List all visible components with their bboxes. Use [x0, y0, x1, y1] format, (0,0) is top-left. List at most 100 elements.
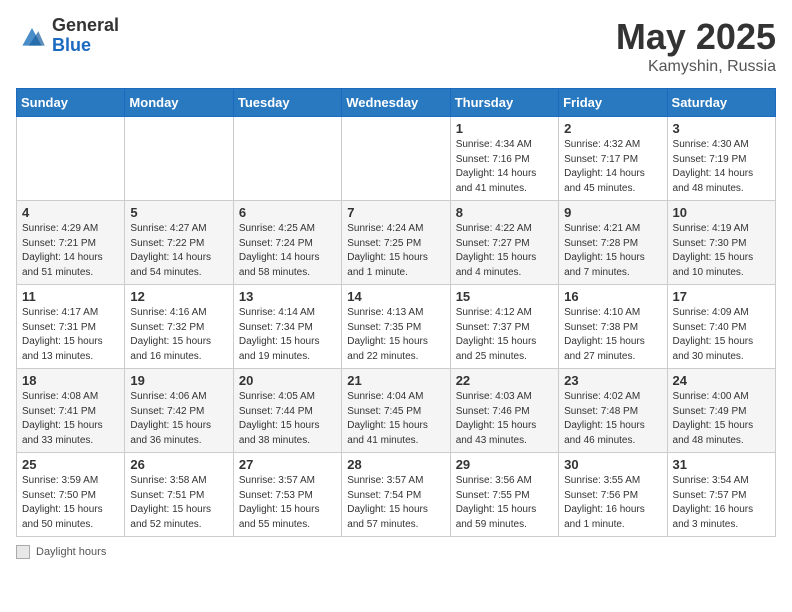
calendar-cell: [17, 117, 125, 201]
calendar-cell: 25 Sunrise: 3:59 AM Sunset: 7:50 PM Dayli…: [17, 453, 125, 537]
day-info: Sunrise: 3:58 AM Sunset: 7:51 PM Dayligh…: [130, 474, 227, 532]
calendar-cell: 9 Sunrise: 4:21 AM Sunset: 7:28 PM Daylig…: [559, 201, 667, 285]
day-info: Sunrise: 4:09 AM Sunset: 7:40 PM Dayligh…: [673, 306, 770, 364]
calendar-cell: 29 Sunrise: 3:56 AM Sunset: 7:55 PM Dayli…: [450, 453, 558, 537]
day-info: Sunrise: 4:34 AM Sunset: 7:16 PM Dayligh…: [456, 138, 553, 196]
day-number: 20: [239, 373, 336, 388]
day-number: 24: [673, 373, 770, 388]
calendar-row: 25 Sunrise: 3:59 AM Sunset: 7:50 PM Dayli…: [17, 453, 776, 537]
calendar-table: SundayMondayTuesdayWednesdayThursdayFrid…: [16, 88, 776, 537]
day-info: Sunrise: 3:59 AM Sunset: 7:50 PM Dayligh…: [22, 474, 119, 532]
calendar-cell: [125, 117, 233, 201]
day-info: Sunrise: 4:06 AM Sunset: 7:42 PM Dayligh…: [130, 390, 227, 448]
calendar-cell: 28 Sunrise: 3:57 AM Sunset: 7:54 PM Dayli…: [342, 453, 450, 537]
day-number: 28: [347, 457, 444, 472]
day-info: Sunrise: 4:05 AM Sunset: 7:44 PM Dayligh…: [239, 390, 336, 448]
day-info: Sunrise: 4:24 AM Sunset: 7:25 PM Dayligh…: [347, 222, 444, 280]
day-number: 16: [564, 289, 661, 304]
day-info: Sunrise: 4:21 AM Sunset: 7:28 PM Dayligh…: [564, 222, 661, 280]
logo-blue: Blue: [52, 36, 119, 56]
calendar-cell: 10 Sunrise: 4:19 AM Sunset: 7:30 PM Dayli…: [667, 201, 775, 285]
day-info: Sunrise: 4:12 AM Sunset: 7:37 PM Dayligh…: [456, 306, 553, 364]
calendar-row: 11Sunrise: 4:17 AM Sunset: 7:31 PM Dayli…: [17, 285, 776, 369]
calendar-cell: 23Sunrise: 4:02 AM Sunset: 7:48 PM Dayli…: [559, 369, 667, 453]
day-info: Sunrise: 4:16 AM Sunset: 7:32 PM Dayligh…: [130, 306, 227, 364]
calendar-cell: 8 Sunrise: 4:22 AM Sunset: 7:27 PM Daylig…: [450, 201, 558, 285]
day-info: Sunrise: 4:19 AM Sunset: 7:30 PM Dayligh…: [673, 222, 770, 280]
day-number: 13: [239, 289, 336, 304]
calendar-cell: 30Sunrise: 3:55 AM Sunset: 7:56 PM Dayli…: [559, 453, 667, 537]
title-block: May 2025 Kamyshin, Russia: [616, 16, 776, 76]
title-location: Kamyshin, Russia: [616, 58, 776, 76]
logo-general: General: [52, 16, 119, 36]
day-info: Sunrise: 4:10 AM Sunset: 7:38 PM Dayligh…: [564, 306, 661, 364]
weekday-header: Friday: [559, 89, 667, 117]
day-info: Sunrise: 4:25 AM Sunset: 7:24 PM Dayligh…: [239, 222, 336, 280]
calendar-cell: 11Sunrise: 4:17 AM Sunset: 7:31 PM Dayli…: [17, 285, 125, 369]
calendar-cell: 17 Sunrise: 4:09 AM Sunset: 7:40 PM Dayli…: [667, 285, 775, 369]
day-number: 9: [564, 205, 661, 220]
logo: General Blue: [16, 16, 119, 56]
day-number: 6: [239, 205, 336, 220]
day-number: 14: [347, 289, 444, 304]
calendar-cell: 18Sunrise: 4:08 AM Sunset: 7:41 PM Dayli…: [17, 369, 125, 453]
footer-box: [16, 545, 30, 559]
day-number: 11: [22, 289, 119, 304]
logo-text: General Blue: [52, 16, 119, 56]
calendar-cell: 7 Sunrise: 4:24 AM Sunset: 7:25 PM Daylig…: [342, 201, 450, 285]
day-number: 31: [673, 457, 770, 472]
day-number: 21: [347, 373, 444, 388]
day-number: 22: [456, 373, 553, 388]
calendar-row: 18Sunrise: 4:08 AM Sunset: 7:41 PM Dayli…: [17, 369, 776, 453]
day-number: 10: [673, 205, 770, 220]
day-info: Sunrise: 4:22 AM Sunset: 7:27 PM Dayligh…: [456, 222, 553, 280]
calendar-cell: [342, 117, 450, 201]
title-month: May 2025: [616, 16, 776, 58]
calendar-cell: 21 Sunrise: 4:04 AM Sunset: 7:45 PM Dayli…: [342, 369, 450, 453]
day-number: 8: [456, 205, 553, 220]
day-info: Sunrise: 3:56 AM Sunset: 7:55 PM Dayligh…: [456, 474, 553, 532]
day-info: Sunrise: 4:04 AM Sunset: 7:45 PM Dayligh…: [347, 390, 444, 448]
calendar-cell: [233, 117, 341, 201]
calendar-cell: 31 Sunrise: 3:54 AM Sunset: 7:57 PM Dayli…: [667, 453, 775, 537]
day-info: Sunrise: 3:54 AM Sunset: 7:57 PM Dayligh…: [673, 474, 770, 532]
calendar-row: 1Sunrise: 4:34 AM Sunset: 7:16 PM Daylig…: [17, 117, 776, 201]
day-number: 7: [347, 205, 444, 220]
calendar-cell: 27 Sunrise: 3:57 AM Sunset: 7:53 PM Dayli…: [233, 453, 341, 537]
calendar-cell: 13 Sunrise: 4:14 AM Sunset: 7:34 PM Dayli…: [233, 285, 341, 369]
footer-label: Daylight hours: [36, 546, 106, 558]
day-info: Sunrise: 4:14 AM Sunset: 7:34 PM Dayligh…: [239, 306, 336, 364]
calendar-cell: 5Sunrise: 4:27 AM Sunset: 7:22 PM Daylig…: [125, 201, 233, 285]
calendar-cell: 3 Sunrise: 4:30 AM Sunset: 7:19 PM Daylig…: [667, 117, 775, 201]
weekday-header: Thursday: [450, 89, 558, 117]
calendar-cell: 19 Sunrise: 4:06 AM Sunset: 7:42 PM Dayli…: [125, 369, 233, 453]
day-number: 18: [22, 373, 119, 388]
calendar-cell: 1Sunrise: 4:34 AM Sunset: 7:16 PM Daylig…: [450, 117, 558, 201]
calendar-cell: 16 Sunrise: 4:10 AM Sunset: 7:38 PM Dayli…: [559, 285, 667, 369]
calendar-cell: 20 Sunrise: 4:05 AM Sunset: 7:44 PM Dayli…: [233, 369, 341, 453]
day-number: 3: [673, 121, 770, 136]
page-header: General Blue May 2025 Kamyshin, Russia: [16, 16, 776, 76]
day-info: Sunrise: 4:00 AM Sunset: 7:49 PM Dayligh…: [673, 390, 770, 448]
calendar-cell: 2Sunrise: 4:32 AM Sunset: 7:17 PM Daylig…: [559, 117, 667, 201]
day-info: Sunrise: 4:02 AM Sunset: 7:48 PM Dayligh…: [564, 390, 661, 448]
calendar-cell: 15Sunrise: 4:12 AM Sunset: 7:37 PM Dayli…: [450, 285, 558, 369]
calendar-cell: 4Sunrise: 4:29 AM Sunset: 7:21 PM Daylig…: [17, 201, 125, 285]
day-number: 19: [130, 373, 227, 388]
day-number: 17: [673, 289, 770, 304]
day-info: Sunrise: 4:32 AM Sunset: 7:17 PM Dayligh…: [564, 138, 661, 196]
day-number: 25: [22, 457, 119, 472]
day-info: Sunrise: 4:30 AM Sunset: 7:19 PM Dayligh…: [673, 138, 770, 196]
day-number: 27: [239, 457, 336, 472]
weekday-header: Tuesday: [233, 89, 341, 117]
calendar-cell: 26Sunrise: 3:58 AM Sunset: 7:51 PM Dayli…: [125, 453, 233, 537]
day-info: Sunrise: 3:55 AM Sunset: 7:56 PM Dayligh…: [564, 474, 661, 532]
calendar-row: 4Sunrise: 4:29 AM Sunset: 7:21 PM Daylig…: [17, 201, 776, 285]
calendar-cell: 6 Sunrise: 4:25 AM Sunset: 7:24 PM Daylig…: [233, 201, 341, 285]
day-info: Sunrise: 3:57 AM Sunset: 7:53 PM Dayligh…: [239, 474, 336, 532]
day-number: 29: [456, 457, 553, 472]
day-info: Sunrise: 3:57 AM Sunset: 7:54 PM Dayligh…: [347, 474, 444, 532]
calendar-header-row: SundayMondayTuesdayWednesdayThursdayFrid…: [17, 89, 776, 117]
weekday-header: Sunday: [17, 89, 125, 117]
weekday-header: Monday: [125, 89, 233, 117]
